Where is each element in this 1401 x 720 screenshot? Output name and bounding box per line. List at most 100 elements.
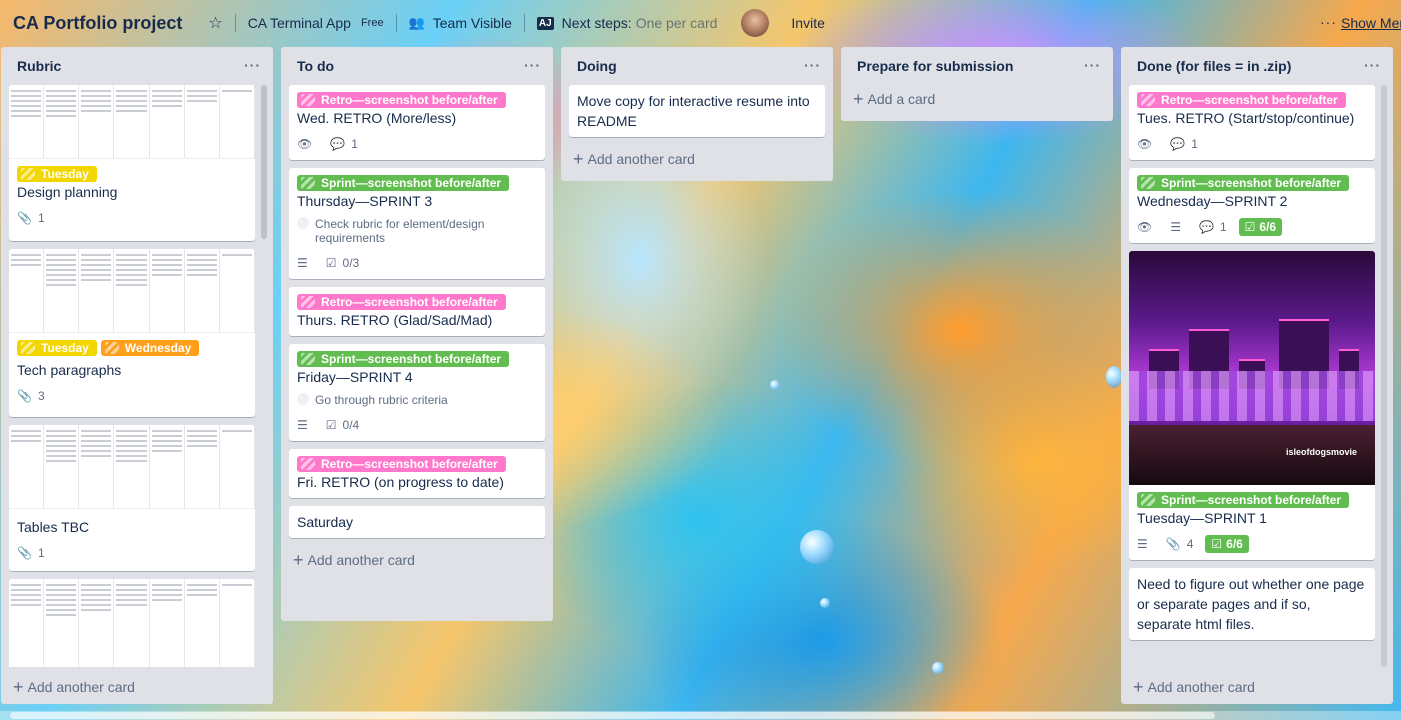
add-card-button[interactable]: + Add another card: [1121, 673, 1393, 701]
card[interactable]: Move copy for interactive resume into RE…: [569, 85, 825, 137]
watch-badge: 👁: [1137, 220, 1158, 234]
add-card-button[interactable]: + Add another card: [561, 145, 833, 173]
list-scrollbar[interactable]: [261, 85, 267, 239]
list-menu-icon[interactable]: ···: [1364, 57, 1381, 73]
card-badges: 📎 1: [17, 541, 247, 565]
plan-badge: Free: [360, 17, 384, 29]
visibility-button[interactable]: 👥 Team Visible: [403, 9, 518, 37]
label-retro: Retro—screenshot before/after: [1137, 92, 1346, 108]
bubble-decoration: [800, 530, 834, 564]
next-steps-button[interactable]: AJ Next steps: One per card: [531, 9, 724, 37]
avatar[interactable]: [741, 9, 770, 37]
more-icon[interactable]: ···: [1320, 14, 1337, 30]
card[interactable]: Tuesday Wednesday Tech paragraphs 📎 3: [9, 249, 255, 417]
card-title: Tech paragraphs: [17, 362, 122, 378]
card-title: Design planning: [17, 184, 118, 200]
plus-icon: +: [1133, 677, 1144, 697]
header-divider: [395, 14, 397, 32]
comment-icon: 💬: [1199, 220, 1214, 234]
list-todo: To do ··· Retro—screenshot before/after …: [281, 47, 553, 621]
card[interactable]: Retro—screenshot before/after Tues. RETR…: [1129, 85, 1375, 160]
list-header[interactable]: To do ···: [281, 47, 553, 85]
list-header[interactable]: Rubric ···: [1, 47, 273, 85]
header-divider: [523, 14, 525, 32]
checklist-item[interactable]: Go through rubric criteria: [297, 393, 537, 407]
card-badges: 📎 3: [17, 384, 247, 408]
card-title: Thursday—SPRINT 3: [297, 193, 433, 209]
add-card-button[interactable]: + Add another card: [1, 673, 273, 701]
card-badges: ☰ ☑ 0/3: [297, 251, 537, 275]
list-header[interactable]: Done (for files = in .zip) ···: [1121, 47, 1393, 85]
list-title[interactable]: To do: [297, 58, 334, 74]
label-tuesday: Tuesday: [17, 166, 97, 182]
add-card-label: Add another card: [307, 552, 415, 568]
card-title: Wednesday—SPRINT 2: [1137, 193, 1288, 209]
checklist-badge: ☑ 0/4: [326, 418, 359, 432]
list-prepare-for-submission: Prepare for submission ··· + Add a card: [841, 47, 1113, 121]
list-menu-icon[interactable]: ···: [524, 57, 541, 73]
checklist-item[interactable]: Check rubric for element/design requirem…: [297, 217, 537, 245]
card-cover-image: isleofdogsmovie: [1129, 251, 1375, 485]
card[interactable]: [9, 579, 255, 667]
plus-icon: +: [293, 550, 304, 570]
list-done: Done (for files = in .zip) ··· Retro—scr…: [1121, 47, 1393, 704]
board-scrollbar-thumb[interactable]: [10, 712, 1215, 719]
comment-icon: 💬: [1170, 137, 1186, 151]
card[interactable]: Retro—screenshot before/after Thurs. RET…: [289, 287, 545, 336]
bubble-decoration: [820, 598, 830, 608]
card-title: Saturday: [297, 514, 354, 530]
card-cover-thumbnail: [9, 85, 255, 159]
checklist-count: 0/3: [342, 256, 360, 270]
list-header[interactable]: Doing ···: [561, 47, 833, 85]
card-title: Friday—SPRINT 4: [297, 369, 413, 385]
checklist-complete-badge: ☑ 6/6: [1238, 218, 1283, 236]
card[interactable]: Retro—screenshot before/after Fri. RETRO…: [289, 449, 545, 498]
card[interactable]: Sprint—screenshot before/after Thursday—…: [289, 168, 545, 279]
checkbox-icon: [297, 393, 309, 405]
team-name: CA Terminal App: [247, 15, 351, 31]
card[interactable]: Sprint—screenshot before/after Friday—SP…: [289, 344, 545, 441]
list-title[interactable]: Done (for files = in .zip): [1137, 58, 1291, 74]
show-menu-button[interactable]: Show Menu: [1341, 15, 1401, 31]
list-title[interactable]: Prepare for submission: [857, 58, 1013, 74]
board-title[interactable]: CA Portfolio project: [13, 13, 182, 34]
star-button[interactable]: ☆: [202, 9, 228, 37]
card[interactable]: Saturday: [289, 506, 545, 538]
list-header[interactable]: Prepare for submission ···: [841, 47, 1113, 85]
card-badges: 📎 1: [17, 206, 247, 230]
list-scrollbar[interactable]: [1381, 85, 1387, 667]
comment-count: 1: [1219, 220, 1227, 234]
card[interactable]: Need to figure out whether one page or s…: [1129, 568, 1375, 640]
card-badges: 👁 💬 1: [1137, 132, 1367, 156]
plus-icon: +: [853, 89, 864, 109]
card-title: Wed. RETRO (More/less): [297, 110, 457, 126]
card[interactable]: Tables TBC 📎 1: [9, 425, 255, 571]
card[interactable]: Sprint—screenshot before/after Wednesday…: [1129, 168, 1375, 243]
label-sprint: Sprint—screenshot before/after: [297, 175, 510, 191]
attachment-badge: 📎 3: [17, 389, 45, 403]
list-menu-icon[interactable]: ···: [1084, 57, 1101, 73]
card[interactable]: Retro—screenshot before/after Wed. RETRO…: [289, 85, 545, 160]
invite-button[interactable]: Invite: [785, 9, 830, 37]
card-title: Move copy for interactive resume into RE…: [577, 93, 810, 129]
checklist-icon: ☑: [1244, 220, 1256, 234]
description-icon: ☰: [1137, 537, 1148, 551]
checklist-count: 6/6: [1259, 220, 1277, 234]
description-badge: ☰: [297, 418, 314, 432]
card[interactable]: isleofdogsmovie Sprint—screenshot before…: [1129, 251, 1375, 560]
watch-badge: 👁: [1137, 137, 1158, 151]
add-card-button[interactable]: + Add a card: [841, 85, 1113, 113]
card[interactable]: Tuesday Design planning 📎 1: [9, 85, 255, 241]
list-title[interactable]: Rubric: [17, 58, 61, 74]
plus-icon: +: [13, 677, 24, 697]
list-menu-icon[interactable]: ···: [244, 57, 261, 73]
header-divider: [234, 14, 236, 32]
team-visibility-icon: 👥: [408, 15, 425, 30]
paperclip-icon: 📎: [1165, 537, 1181, 551]
list-menu-icon[interactable]: ···: [804, 57, 821, 73]
add-card-button[interactable]: + Add another card: [281, 546, 553, 574]
label-wednesday: Wednesday: [100, 340, 200, 356]
eye-icon: 👁: [1137, 220, 1153, 234]
list-title[interactable]: Doing: [577, 58, 617, 74]
team-button[interactable]: CA Terminal App Free: [242, 9, 390, 37]
